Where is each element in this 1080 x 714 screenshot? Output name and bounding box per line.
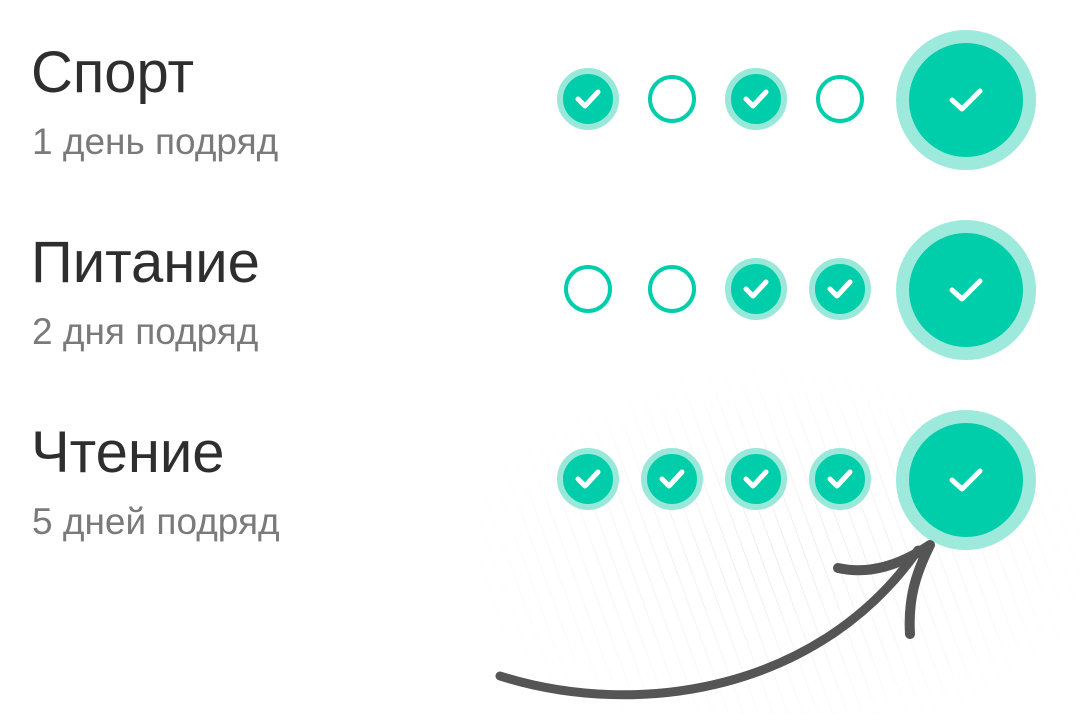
check-icon [949, 88, 983, 112]
day-empty-dot[interactable] [816, 75, 864, 123]
day-done-dot[interactable] [725, 258, 787, 320]
habit-row-reading[interactable]: Чтение 5 дней подряд [0, 380, 1080, 570]
today-check-button[interactable] [896, 410, 1036, 550]
check-icon [743, 279, 769, 299]
habit-title: Питание [31, 230, 260, 295]
check-icon [743, 469, 769, 489]
habit-streak: 5 дней подряд [32, 501, 280, 542]
day-done-dot[interactable] [809, 258, 871, 320]
habit-row-sport[interactable]: Спорт 1 день подряд [0, 0, 1080, 190]
day-done-dot[interactable] [557, 68, 619, 130]
check-icon [659, 469, 685, 489]
check-icon [827, 469, 853, 489]
day-empty-dot[interactable] [648, 75, 696, 123]
habit-streak: 2 дня подряд [32, 311, 259, 352]
habit-title: Чтение [31, 420, 225, 485]
check-icon [949, 278, 983, 302]
check-icon [743, 89, 769, 109]
day-done-dot[interactable] [809, 448, 871, 510]
today-check-button[interactable] [896, 220, 1036, 360]
check-icon [575, 89, 601, 109]
habit-title: Спорт [31, 40, 195, 105]
day-done-dot[interactable] [641, 448, 703, 510]
day-done-dot[interactable] [725, 68, 787, 130]
habit-streak: 1 день подряд [32, 121, 279, 162]
check-icon [827, 279, 853, 299]
habit-row-nutrition[interactable]: Питание 2 дня подряд [0, 190, 1080, 380]
day-done-dot[interactable] [557, 448, 619, 510]
check-icon [575, 469, 601, 489]
day-empty-dot[interactable] [564, 265, 612, 313]
check-icon [949, 468, 983, 492]
today-check-button[interactable] [896, 30, 1036, 170]
day-done-dot[interactable] [725, 448, 787, 510]
day-empty-dot[interactable] [648, 265, 696, 313]
